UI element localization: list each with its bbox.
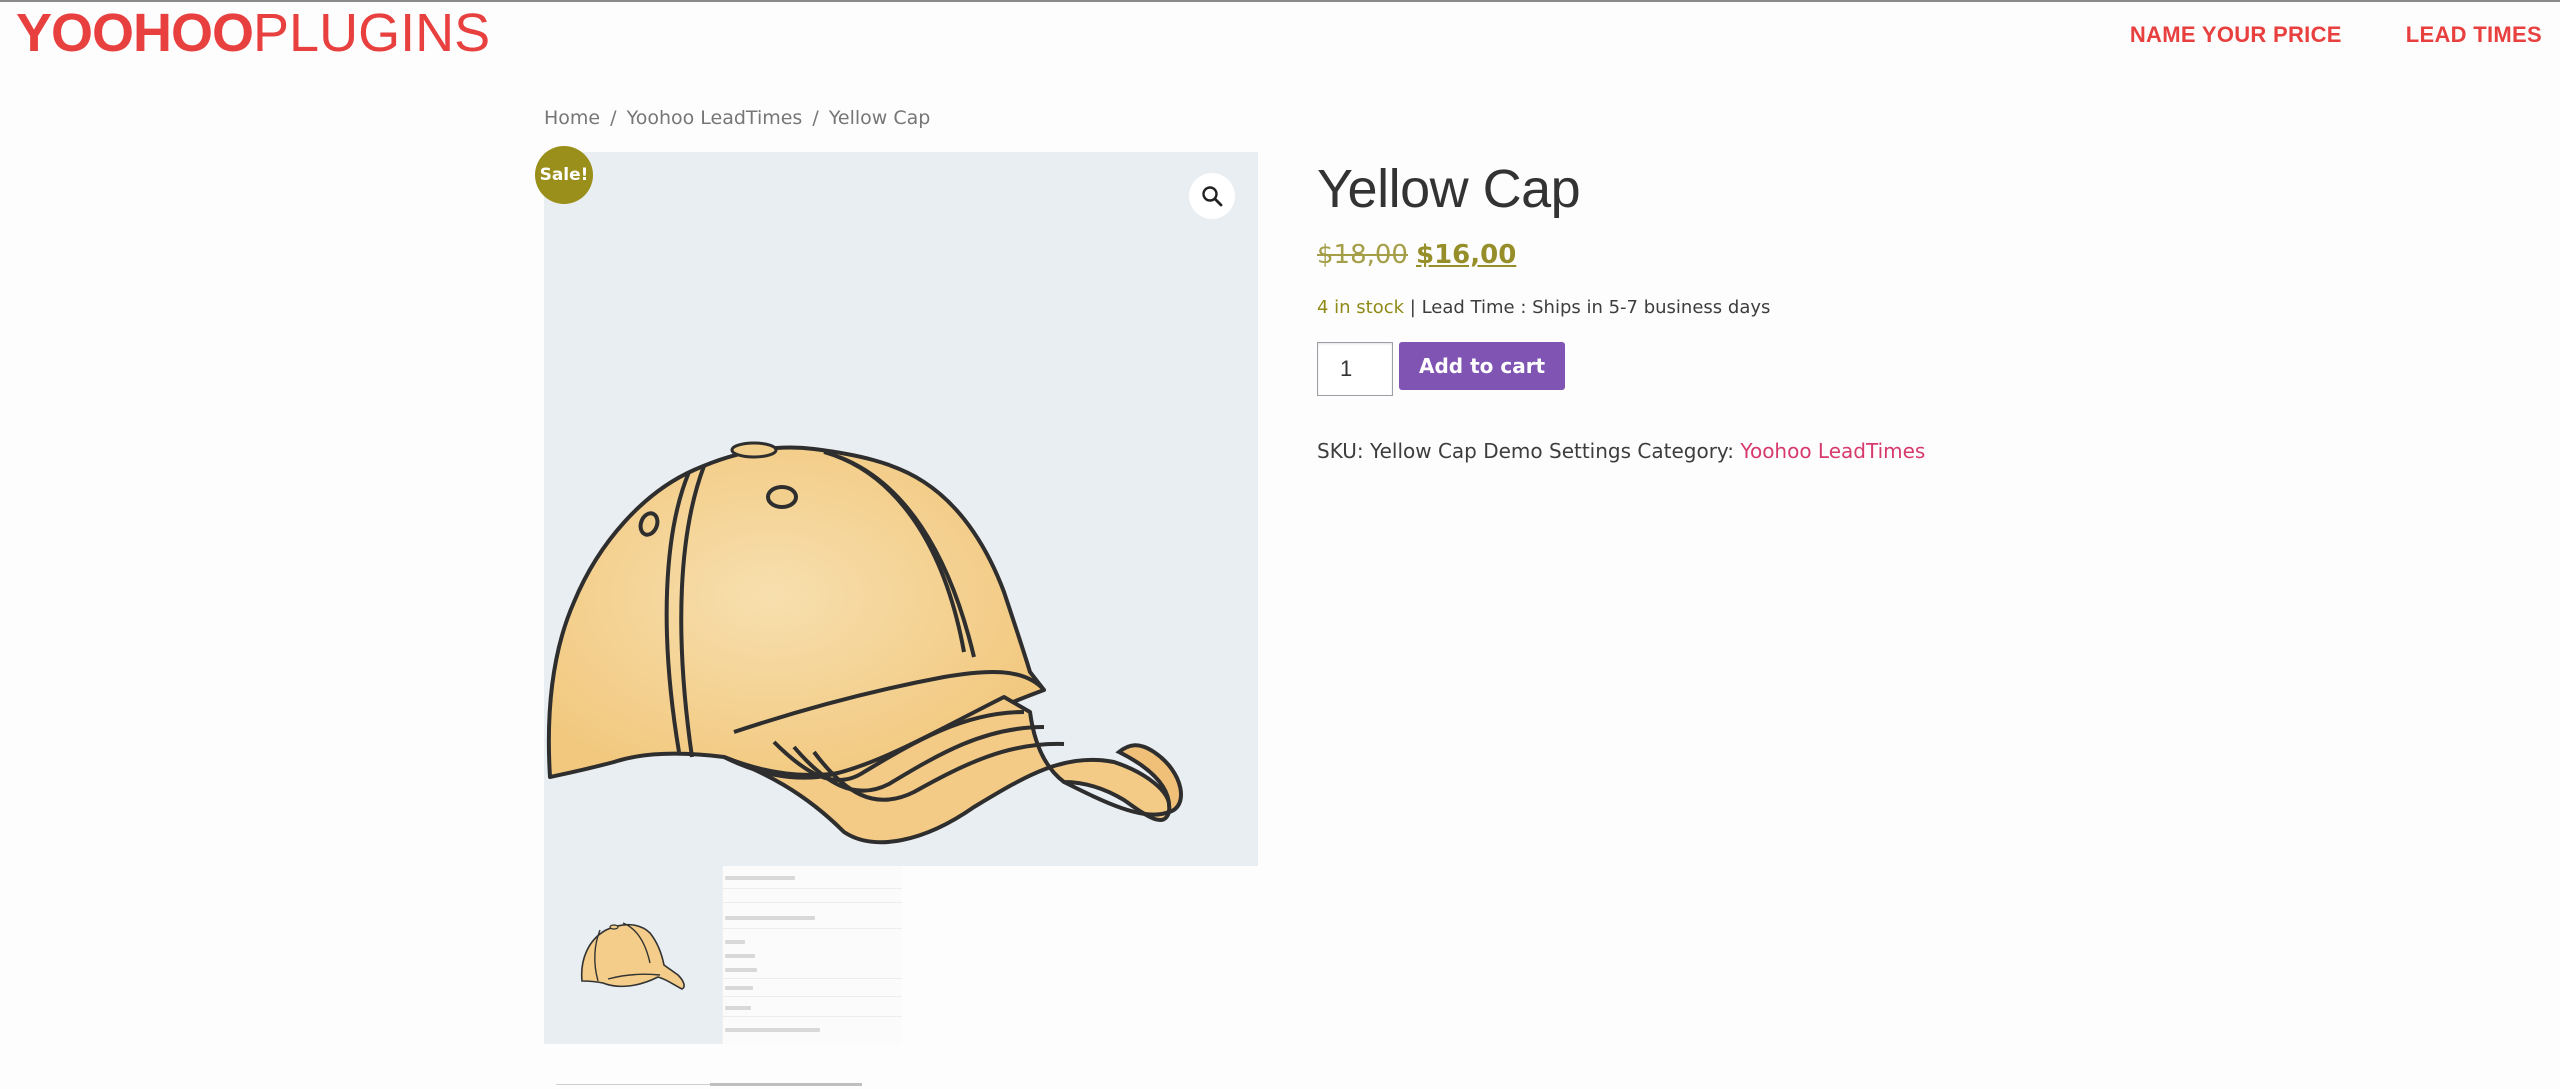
zoom-button[interactable] xyxy=(1189,173,1235,219)
lead-time-text: | Lead Time : Ships in 5-7 business days xyxy=(1404,297,1771,318)
product-tabs xyxy=(556,1083,862,1089)
placeholder-line xyxy=(725,986,753,990)
product-summary: Yellow Cap $18,00 $16,00 4 in stock | Lea… xyxy=(1317,152,1925,463)
breadcrumb: Home / Yoohoo LeadTimes / Yellow Cap xyxy=(544,107,930,129)
add-to-cart-form: Add to cart xyxy=(1317,342,1566,396)
site-logo[interactable]: YOOHOO PLUGINS xyxy=(16,2,490,64)
divider xyxy=(723,1016,902,1017)
product-price: $18,00 $16,00 xyxy=(1317,240,1516,270)
breadcrumb-separator: / xyxy=(610,107,617,129)
in-stock-text: 4 in stock xyxy=(1317,297,1405,318)
nav-lead-times[interactable]: LEAD TIMES xyxy=(2406,18,2542,52)
sku-label: SKU: xyxy=(1317,439,1364,463)
sale-price: $16,00 xyxy=(1415,240,1517,270)
placeholder-line xyxy=(725,876,795,880)
product-title: Yellow Cap xyxy=(1317,159,1581,219)
sku-value: Yellow Cap Demo Settings xyxy=(1370,439,1632,463)
divider xyxy=(723,978,902,979)
placeholder-line xyxy=(725,916,815,920)
logo-bold-text: YOOHOO xyxy=(16,3,254,63)
thumbnail-yellow-cap[interactable] xyxy=(544,866,722,1044)
logo-light-text: PLUGINS xyxy=(253,3,491,63)
divider xyxy=(723,996,902,997)
thumbnail-settings-screenshot[interactable] xyxy=(722,866,902,1044)
divider xyxy=(723,888,902,889)
placeholder-line xyxy=(725,1006,751,1010)
breadcrumb-current: Yellow Cap xyxy=(828,107,931,129)
breadcrumb-separator: / xyxy=(812,107,819,129)
product-meta: SKU: Yellow Cap Demo Settings Category: … xyxy=(1317,439,1925,463)
placeholder-line xyxy=(725,940,745,944)
product-main-image[interactable] xyxy=(544,152,1258,866)
regular-price: $18,00 xyxy=(1317,240,1408,270)
divider xyxy=(723,928,902,929)
sale-badge: Sale! xyxy=(535,146,593,204)
category-label: Category: xyxy=(1637,439,1735,463)
category-link[interactable]: Yoohoo LeadTimes xyxy=(1740,439,1925,463)
stock-status: 4 in stock | Lead Time : Ships in 5-7 bu… xyxy=(1317,297,1770,318)
breadcrumb-home[interactable]: Home xyxy=(544,107,600,129)
nav-name-your-price[interactable]: NAME YOUR PRICE xyxy=(2130,18,2342,52)
main-navigation: NAME YOUR PRICE LEAD TIMES xyxy=(2130,18,2560,52)
divider xyxy=(723,902,902,903)
placeholder-line xyxy=(725,954,755,958)
add-to-cart-button[interactable]: Add to cart xyxy=(1399,342,1566,390)
yellow-cap-illustration xyxy=(546,441,1183,845)
gallery-thumbnails xyxy=(544,866,902,1044)
yellow-cap-thumbnail xyxy=(580,922,685,990)
placeholder-line xyxy=(725,968,757,972)
magnifier-icon xyxy=(1202,186,1223,207)
quantity-input[interactable] xyxy=(1317,342,1393,396)
tab-active-indicator[interactable] xyxy=(710,1083,862,1086)
breadcrumb-category[interactable]: Yoohoo LeadTimes xyxy=(627,107,803,129)
placeholder-line xyxy=(725,1028,820,1032)
